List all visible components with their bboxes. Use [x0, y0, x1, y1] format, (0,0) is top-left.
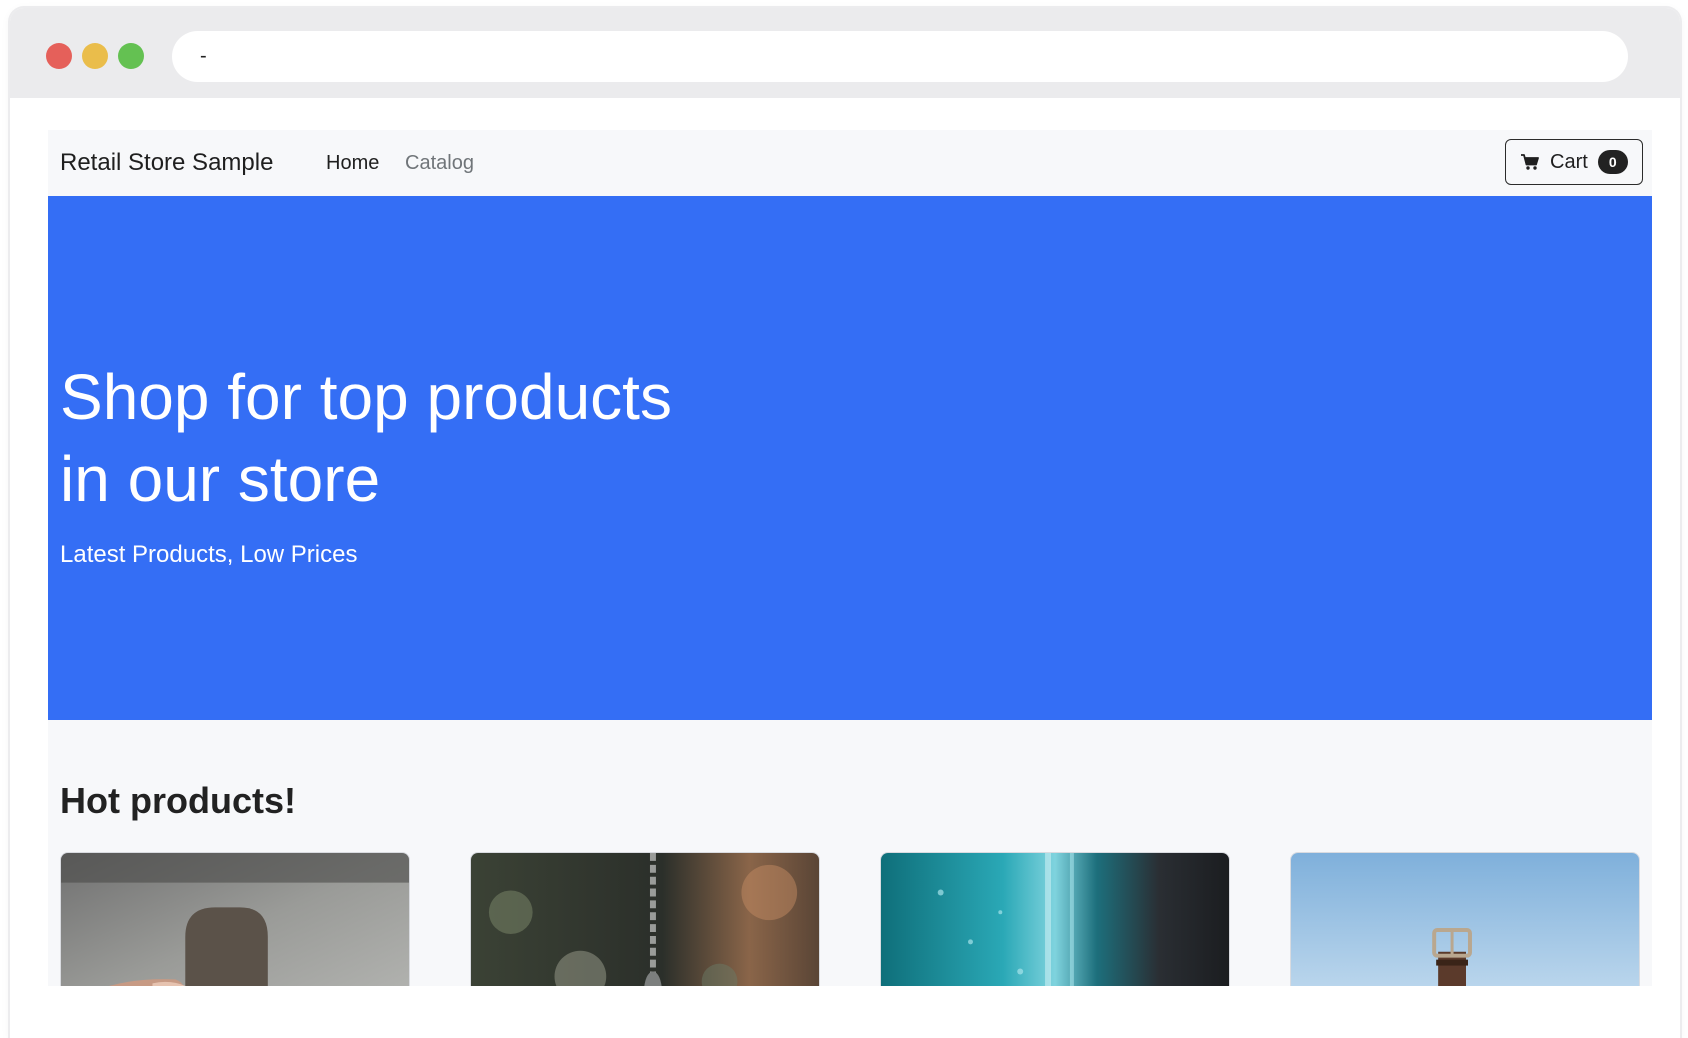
maximize-window-button[interactable]	[118, 43, 144, 69]
hero-banner: Shop for top products in our store Lates…	[48, 196, 1652, 720]
cart-button[interactable]: Cart 0	[1505, 139, 1643, 185]
navbar: Retail Store Sample Home Catalog Cart 0	[48, 130, 1652, 196]
product-image-2	[471, 853, 819, 986]
minimize-window-button[interactable]	[82, 43, 108, 69]
hot-products-section: Hot products!	[48, 720, 1652, 986]
nav-link-home[interactable]: Home	[326, 152, 379, 175]
nav-link-catalog[interactable]: Catalog	[405, 152, 474, 175]
cart-icon	[1521, 154, 1539, 170]
product-card-2[interactable]	[470, 852, 820, 986]
close-window-button[interactable]	[46, 43, 72, 69]
address-bar[interactable]: -	[172, 31, 1628, 82]
cart-label: Cart	[1550, 150, 1588, 173]
address-bar-text: -	[200, 45, 207, 67]
browser-titlebar: -	[10, 8, 1680, 98]
browser-viewport: Retail Store Sample Home Catalog Cart 0 …	[16, 98, 1674, 1038]
product-image-1	[61, 853, 409, 986]
product-card-1[interactable]	[60, 852, 410, 986]
hero-subtitle: Latest Products, Low Prices	[60, 541, 358, 568]
hot-products-title: Hot products!	[60, 780, 296, 821]
product-card-3[interactable]	[880, 852, 1230, 986]
brand-link[interactable]: Retail Store Sample	[60, 149, 273, 177]
product-card-4[interactable]	[1290, 852, 1640, 986]
cart-count-badge: 0	[1597, 150, 1628, 174]
browser-window: - Retail Store Sample Home Catalog Cart …	[10, 8, 1680, 1038]
store-page: Retail Store Sample Home Catalog Cart 0 …	[48, 130, 1652, 986]
hero-title: Shop for top products in our store	[60, 361, 672, 515]
product-image-3	[881, 853, 1229, 986]
product-image-4	[1291, 853, 1639, 986]
